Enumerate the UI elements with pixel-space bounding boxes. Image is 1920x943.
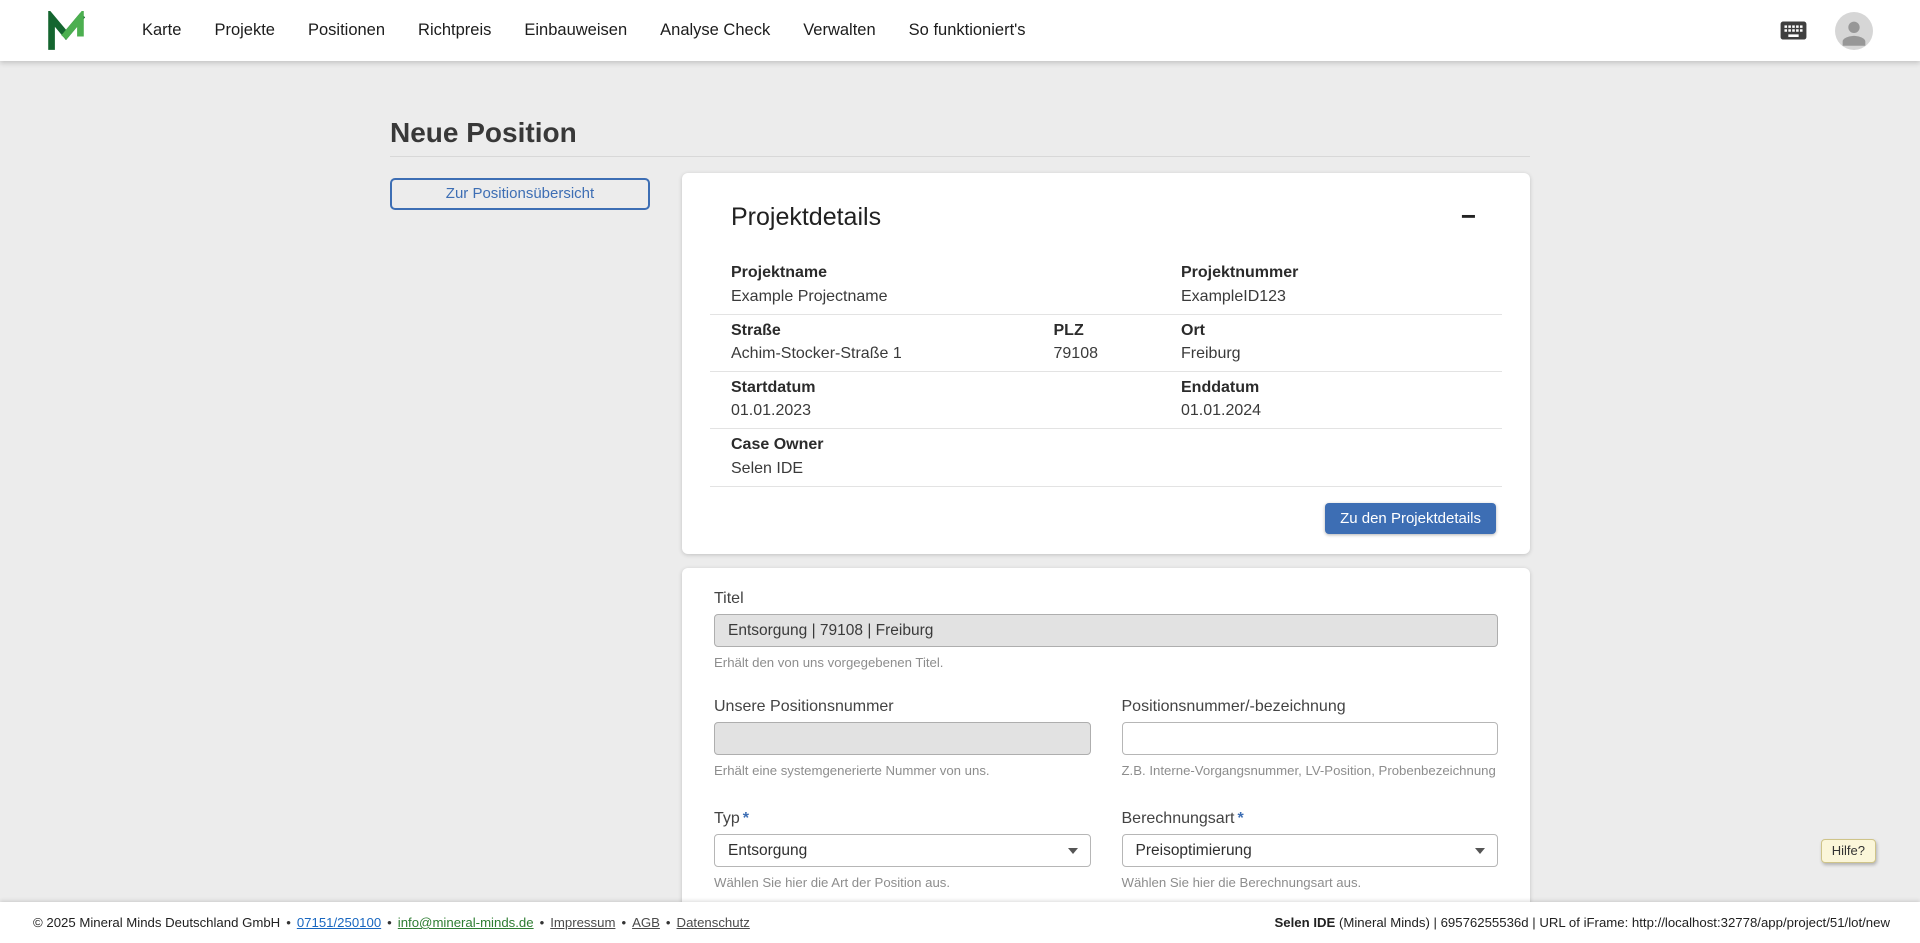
separator: • — [621, 915, 626, 930]
copyright-text: © 2025 Mineral Minds Deutschland GmbH — [33, 915, 280, 930]
phone-link[interactable]: 07151/250100 — [297, 915, 381, 930]
startdatum-value: 01.01.2023 — [731, 401, 1181, 420]
enddatum-label: Enddatum — [1181, 378, 1481, 397]
impressum-link[interactable]: Impressum — [550, 915, 615, 930]
nav-item-richtpreis[interactable]: Richtpreis — [418, 21, 491, 40]
projektnummer-label: Projektnummer — [1181, 263, 1481, 282]
required-marker: * — [1237, 810, 1243, 827]
table-row: Projektname Example Projectname Projektn… — [710, 257, 1502, 314]
project-details-button[interactable]: Zu den Projektdetails — [1325, 503, 1496, 534]
session-details: (Mineral Minds) | 69576255536d | URL of … — [1335, 915, 1890, 930]
separator: • — [387, 915, 392, 930]
nav-item-karte[interactable]: Karte — [142, 21, 181, 40]
berechnungsart-select-value: Preisoptimierung — [1136, 842, 1252, 860]
positionsnummer-input[interactable] — [1122, 722, 1499, 755]
ort-value: Freiburg — [1181, 344, 1481, 363]
typ-label: Typ — [714, 810, 740, 827]
separator: • — [666, 915, 671, 930]
berechnungsart-select[interactable]: Preisoptimierung — [1122, 834, 1499, 867]
separator: • — [540, 915, 545, 930]
position-form-card: Titel Erhält den von uns vorgegebenen Ti… — [682, 568, 1530, 943]
project-details-title: Projektdetails — [731, 203, 881, 232]
enddatum-value: 01.01.2024 — [1181, 401, 1481, 420]
strasse-value: Achim-Stocker-Straße 1 — [731, 344, 1054, 363]
session-user: Selen IDE — [1274, 915, 1335, 930]
typ-select[interactable]: Entsorgung — [714, 834, 1091, 867]
typ-select-value: Entsorgung — [728, 842, 807, 860]
projektname-value: Example Projectname — [731, 287, 1181, 306]
required-marker: * — [743, 810, 749, 827]
titel-label: Titel — [714, 590, 1498, 608]
nav-item-projekte[interactable]: Projekte — [214, 21, 275, 40]
logo[interactable] — [46, 11, 86, 51]
startdatum-label: Startdatum — [731, 378, 1181, 397]
nav-item-einbauweisen[interactable]: Einbauweisen — [524, 21, 627, 40]
hilfe-button[interactable]: Hilfe? — [1821, 839, 1876, 863]
plz-value: 79108 — [1054, 344, 1182, 363]
footer: © 2025 Mineral Minds Deutschland GmbH • … — [0, 902, 1920, 943]
ort-label: Ort — [1181, 321, 1481, 340]
project-details-table: Projektname Example Projectname Projektn… — [710, 257, 1502, 487]
titel-input — [714, 614, 1498, 647]
unsere-positionsnummer-input — [714, 722, 1091, 755]
typ-helper: Wählen Sie hier die Art der Position aus… — [714, 875, 1091, 892]
table-row: Startdatum 01.01.2023 Enddatum 01.01.202… — [710, 372, 1502, 429]
nav-item-so-funktionierts[interactable]: So funktioniert's — [909, 21, 1026, 40]
table-row: Straße Achim-Stocker-Straße 1 PLZ 79108 … — [710, 315, 1502, 372]
nav-item-analyse-check[interactable]: Analyse Check — [660, 21, 770, 40]
datenschutz-link[interactable]: Datenschutz — [677, 915, 750, 930]
strasse-label: Straße — [731, 321, 1054, 340]
berechnungsart-label: Berechnungsart — [1122, 810, 1235, 827]
berechnungsart-helper: Wählen Sie hier die Berechnungsart aus. — [1122, 875, 1499, 892]
table-row: Case Owner Selen IDE — [710, 429, 1502, 486]
agb-link[interactable]: AGB — [632, 915, 660, 930]
main-navigation: Karte Projekte Positionen Richtpreis Ein… — [142, 21, 1026, 40]
separator: • — [286, 915, 291, 930]
project-details-card: Projektdetails − Projektname Example Pro… — [682, 173, 1530, 554]
positionsnummer-label: Positionsnummer/-bezeichnung — [1122, 698, 1499, 716]
top-navbar: Karte Projekte Positionen Richtpreis Ein… — [0, 0, 1920, 61]
nav-item-positionen[interactable]: Positionen — [308, 21, 385, 40]
page-title: Neue Position — [390, 116, 1530, 150]
projektnummer-value: ExampleID123 — [1181, 287, 1481, 306]
nav-item-verwalten[interactable]: Verwalten — [803, 21, 875, 40]
plz-label: PLZ — [1054, 321, 1182, 340]
title-divider — [390, 156, 1530, 157]
positions-overview-button[interactable]: Zur Positionsübersicht — [390, 178, 650, 210]
collapse-icon[interactable]: − — [1457, 203, 1480, 229]
projektname-label: Projektname — [731, 263, 1181, 282]
user-avatar[interactable] — [1835, 12, 1873, 50]
unsere-positionsnummer-label: Unsere Positionsnummer — [714, 698, 1091, 716]
dropdown-arrow-icon — [1068, 848, 1078, 854]
titel-helper: Erhält den von uns vorgegebenen Titel. — [714, 655, 1498, 672]
unsere-positionsnummer-helper: Erhält eine systemgenerierte Nummer von … — [714, 763, 1091, 780]
keyboard-icon[interactable] — [1778, 15, 1809, 46]
session-info: Selen IDE (Mineral Minds) | 69576255536d… — [1274, 915, 1890, 930]
case-owner-value: Selen IDE — [731, 459, 1481, 478]
positionsnummer-helper: Z.B. Interne-Vorgangsnummer, LV-Position… — [1122, 763, 1499, 780]
dropdown-arrow-icon — [1475, 848, 1485, 854]
case-owner-label: Case Owner — [731, 435, 1481, 454]
person-icon — [1837, 16, 1871, 50]
mineral-minds-logo-icon — [46, 11, 86, 51]
email-link[interactable]: info@mineral-minds.de — [398, 915, 534, 930]
